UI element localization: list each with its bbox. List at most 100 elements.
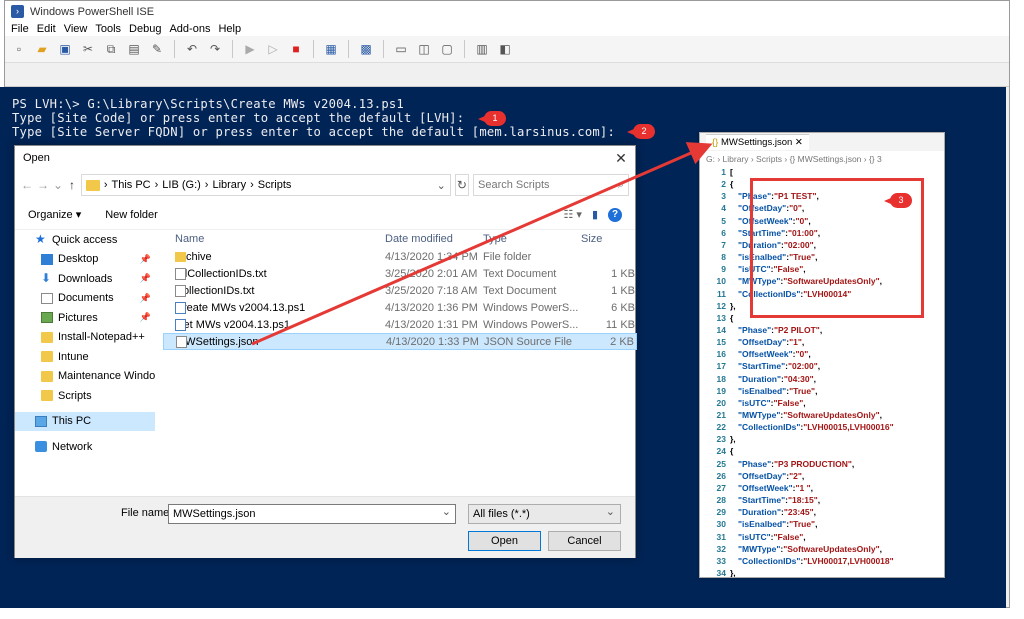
redo-icon[interactable]: ↷ [205,39,225,59]
file-row[interactable]: MWSettings.json 4/13/2020 1:33 PM JSON Sou… [163,333,637,350]
file-date-cell: 4/13/2020 1:31 PM [385,318,478,331]
code-line: 21 "MWType":"SoftwareUpdatesOnly", [700,410,882,422]
open-file-dialog: Open ✕ ← → ⌄ ↑ › This PC › LIB (G:) › Li… [14,145,637,558]
code-text: "Duration":"23:45", [738,507,816,517]
breadcrumb-this-pc[interactable]: This PC [111,179,150,191]
nav-item[interactable]: Scripts [15,386,155,406]
column-name[interactable]: Name [175,233,204,245]
code-line: 13 { [700,313,734,325]
copy-icon[interactable]: ⧉ [101,39,121,59]
forward-arrow-icon[interactable]: → [37,178,49,192]
file-row[interactable]: CollectionIDs.txt 3/25/2020 7:18 AM Text D… [163,282,637,299]
change-view-icon[interactable]: ☷ ▾ [563,208,581,221]
address-dropdown-icon[interactable]: ⌄ [437,179,446,192]
remote-powershell-icon[interactable]: ▦ [321,39,341,59]
new-file-icon[interactable]: ▫ [9,39,29,59]
file-name-input[interactable]: MWSettings.json [168,503,456,524]
code-line: 7 "Duration":"02:00", [700,240,816,252]
paste-icon[interactable]: ▤ [124,39,144,59]
open-button[interactable]: Open [468,531,541,551]
new-folder-button[interactable]: New folder [105,209,158,221]
nav-item[interactable]: ⬇ Downloads 📌 [15,269,155,289]
menu-tools[interactable]: Tools [91,23,125,35]
nav-item[interactable]: Documents 📌 [15,289,155,309]
run-script-icon[interactable]: ▶ [240,39,260,59]
menu-file[interactable]: File [7,23,33,35]
save-icon[interactable]: ▣ [55,39,75,59]
cancel-button[interactable]: Cancel [548,531,621,551]
menu-edit[interactable]: Edit [33,23,60,35]
file-size-cell: 6 KB [611,301,635,314]
json-comma: , [851,458,855,469]
star-icon: ★ [35,232,46,247]
refresh-icon[interactable]: ↻ [454,174,469,196]
nav-item[interactable]: Pictures 📌 [15,308,155,328]
line-number: 4 [721,203,726,214]
nav-item[interactable]: Network [15,437,155,457]
line-number: 19 [716,385,726,396]
nav-item[interactable]: This PC [15,411,155,431]
code-line: 20 "isUTC":"False", [700,398,806,410]
back-arrow-icon[interactable]: ← [21,178,33,192]
search-input[interactable]: Search Scripts ⌕ [473,174,629,196]
callout-badge-3: 3 [884,193,912,208]
close-icon[interactable]: ✕ [607,150,635,167]
file-row[interactable]: Archive 4/13/2020 1:34 PM File folder [163,248,637,265]
chevron-down-icon[interactable]: ⌄ [53,178,63,192]
breadcrumb-scripts[interactable]: Scripts [258,179,292,191]
nav-item[interactable]: Intune [15,347,155,367]
line-number: 1 [721,167,726,177]
menu-help[interactable]: Help [214,23,245,35]
close-tab-icon[interactable]: ✕ [795,137,803,148]
breadcrumb-lib-drive[interactable]: LIB (G:) [162,179,201,191]
undo-icon[interactable]: ↶ [182,39,202,59]
nav-item[interactable]: Desktop 📌 [15,250,155,270]
menu-view[interactable]: View [60,23,92,35]
file-row[interactable]: Get MWs v2004.13.ps1 4/13/2020 1:31 PM Win… [163,316,637,333]
up-arrow-icon[interactable]: ↑ [67,178,77,192]
toolbar-separator [464,40,465,58]
menu-addons[interactable]: Add-ons [165,23,214,35]
console-site-code-line: Type [Site Code] or press enter to accep… [12,111,465,125]
column-size[interactable]: Size [581,233,602,245]
line-number: 24 [716,446,726,457]
dialog-title: Open [23,152,50,164]
clear-console-icon[interactable]: ✎ [147,39,167,59]
menu-debug[interactable]: Debug [125,23,165,35]
callout-badge-1: 1 [478,111,506,126]
code-line: 17 "StartTime":"02:00", [700,361,821,373]
cut-icon[interactable]: ✂ [78,39,98,59]
code-line: 9 "isUTC":"False", [700,264,805,276]
show-command-window-icon[interactable]: ▥ [472,39,492,59]
preview-pane-icon[interactable]: ▮ [592,208,598,221]
code-text: "StartTime":"02:00", [738,361,820,371]
nav-item[interactable]: Install-Notepad++ [15,328,155,348]
nav-item-label: Install-Notepad++ [58,331,145,344]
stop-icon[interactable]: ■ [286,39,306,59]
breadcrumb-library[interactable]: Library [212,179,246,191]
line-number: 23 [716,434,726,445]
run-selection-icon[interactable]: ▷ [263,39,283,59]
help-icon[interactable]: ? [608,207,622,222]
start-powershell-icon[interactable]: ▩ [356,39,376,59]
code-line: 30 "isEnalbed":"True", [700,519,818,531]
file-row[interactable]: Create MWs v2004.13.ps1 4/13/2020 1:36 PM… [163,299,637,316]
nav-item[interactable]: Maintenance Windo [15,367,155,387]
show-script-pane-right-icon[interactable]: ◫ [414,39,434,59]
show-command-addon-icon[interactable]: ◧ [495,39,515,59]
code-line: 25 "Phase":"P3 PRODUCTION", [700,459,855,471]
ps1-file-icon [175,318,186,331]
search-icon: ⌕ [617,178,624,191]
open-folder-icon[interactable]: ▰ [32,39,52,59]
code-line: 33 "CollectionIDs":"LVH00017,LVH00018" [700,556,894,568]
column-type[interactable]: Type [483,233,507,245]
file-type-filter[interactable]: All files (*.*) [468,503,621,524]
show-script-pane-maximized-icon[interactable]: ▢ [437,39,457,59]
editor-tab[interactable]: {} MWSettings.json ✕ [706,134,809,150]
organize-button[interactable]: Organize ▾ [28,208,81,221]
file-row[interactable]: AllCollectionIDs.txt 3/25/2020 2:01 AM Tex… [163,265,637,282]
column-date-modified[interactable]: Date modified [385,233,453,245]
nav-item[interactable]: ★ Quick access [15,230,155,250]
show-script-pane-top-icon[interactable]: ▭ [391,39,411,59]
address-bar[interactable]: › This PC › LIB (G:) › Library › Scripts… [80,174,451,196]
